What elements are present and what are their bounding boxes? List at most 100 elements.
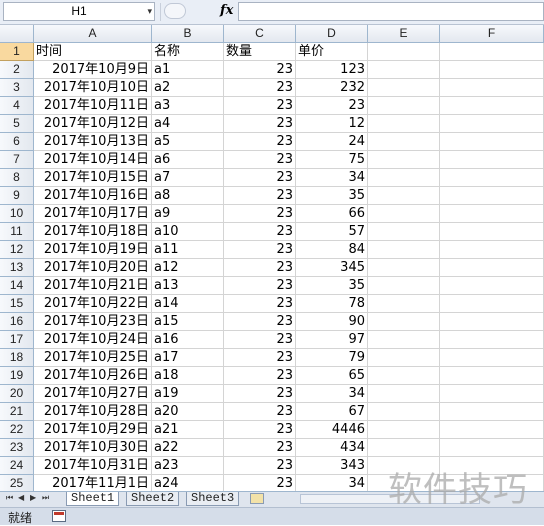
cell-c4[interactable]: 23 [224, 97, 296, 115]
cell-f18[interactable] [440, 349, 544, 367]
cell-d11[interactable]: 57 [296, 223, 368, 241]
cell-c10[interactable]: 23 [224, 205, 296, 223]
row-header[interactable]: 1 [0, 43, 34, 61]
cell-d3[interactable]: 232 [296, 79, 368, 97]
cell-a2[interactable]: 2017年10月9日 [34, 61, 152, 79]
cell-f5[interactable] [440, 115, 544, 133]
cell-a23[interactable]: 2017年10月30日 [34, 439, 152, 457]
insert-sheet-icon[interactable] [250, 493, 264, 504]
cell-a15[interactable]: 2017年10月22日 [34, 295, 152, 313]
cell-a1[interactable]: 时间 [34, 43, 152, 61]
cell-e4[interactable] [368, 97, 440, 115]
row-header[interactable]: 3 [0, 79, 34, 97]
cell-a7[interactable]: 2017年10月14日 [34, 151, 152, 169]
row-header[interactable]: 20 [0, 385, 34, 403]
row-header[interactable]: 5 [0, 115, 34, 133]
cell-e11[interactable] [368, 223, 440, 241]
cell-b25[interactable]: a24 [152, 475, 224, 491]
cell-c21[interactable]: 23 [224, 403, 296, 421]
cell-a11[interactable]: 2017年10月18日 [34, 223, 152, 241]
first-sheet-icon[interactable]: ⏮ [6, 493, 13, 503]
row-header[interactable]: 2 [0, 61, 34, 79]
cell-d8[interactable]: 34 [296, 169, 368, 187]
cell-c5[interactable]: 23 [224, 115, 296, 133]
cell-b6[interactable]: a5 [152, 133, 224, 151]
row-header[interactable]: 21 [0, 403, 34, 421]
chevron-down-icon[interactable]: ▾ [147, 3, 152, 20]
cell-a13[interactable]: 2017年10月20日 [34, 259, 152, 277]
cell-b20[interactable]: a19 [152, 385, 224, 403]
cell-a12[interactable]: 2017年10月19日 [34, 241, 152, 259]
cell-f6[interactable] [440, 133, 544, 151]
cell-d16[interactable]: 90 [296, 313, 368, 331]
row-header[interactable]: 11 [0, 223, 34, 241]
column-header-c[interactable]: C [224, 25, 296, 43]
cell-c13[interactable]: 23 [224, 259, 296, 277]
cell-b5[interactable]: a4 [152, 115, 224, 133]
row-header[interactable]: 13 [0, 259, 34, 277]
cell-b12[interactable]: a11 [152, 241, 224, 259]
cell-b19[interactable]: a18 [152, 367, 224, 385]
cell-b16[interactable]: a15 [152, 313, 224, 331]
cell-e20[interactable] [368, 385, 440, 403]
cell-b22[interactable]: a21 [152, 421, 224, 439]
cell-a22[interactable]: 2017年10月29日 [34, 421, 152, 439]
cell-f16[interactable] [440, 313, 544, 331]
row-header[interactable]: 12 [0, 241, 34, 259]
cell-e8[interactable] [368, 169, 440, 187]
cell-a25[interactable]: 2017年11月1日 [34, 475, 152, 491]
cell-f1[interactable] [440, 43, 544, 61]
cell-e3[interactable] [368, 79, 440, 97]
cell-e16[interactable] [368, 313, 440, 331]
cell-d14[interactable]: 35 [296, 277, 368, 295]
cell-e13[interactable] [368, 259, 440, 277]
cell-d7[interactable]: 75 [296, 151, 368, 169]
sheet-tab-sheet3[interactable]: Sheet3 [186, 492, 240, 506]
cell-c6[interactable]: 23 [224, 133, 296, 151]
cell-d9[interactable]: 35 [296, 187, 368, 205]
cell-b23[interactable]: a22 [152, 439, 224, 457]
row-header[interactable]: 14 [0, 277, 34, 295]
cell-d2[interactable]: 123 [296, 61, 368, 79]
cell-d5[interactable]: 12 [296, 115, 368, 133]
cell-c2[interactable]: 23 [224, 61, 296, 79]
cell-e23[interactable] [368, 439, 440, 457]
row-header[interactable]: 7 [0, 151, 34, 169]
cell-f22[interactable] [440, 421, 544, 439]
cell-a17[interactable]: 2017年10月24日 [34, 331, 152, 349]
cell-c8[interactable]: 23 [224, 169, 296, 187]
cell-c3[interactable]: 23 [224, 79, 296, 97]
column-header-b[interactable]: B [152, 25, 224, 43]
cell-f19[interactable] [440, 367, 544, 385]
cell-d15[interactable]: 78 [296, 295, 368, 313]
row-header[interactable]: 18 [0, 349, 34, 367]
row-header[interactable]: 6 [0, 133, 34, 151]
cell-e14[interactable] [368, 277, 440, 295]
cell-b11[interactable]: a10 [152, 223, 224, 241]
cell-f12[interactable] [440, 241, 544, 259]
cell-b14[interactable]: a13 [152, 277, 224, 295]
cell-d21[interactable]: 67 [296, 403, 368, 421]
macro-record-icon[interactable] [52, 510, 66, 522]
row-header[interactable]: 23 [0, 439, 34, 457]
cell-d25[interactable]: 34 [296, 475, 368, 491]
cell-b18[interactable]: a17 [152, 349, 224, 367]
cell-b7[interactable]: a6 [152, 151, 224, 169]
cell-b24[interactable]: a23 [152, 457, 224, 475]
cell-c15[interactable]: 23 [224, 295, 296, 313]
cell-b17[interactable]: a16 [152, 331, 224, 349]
formula-grip-icon[interactable] [164, 3, 186, 19]
cell-a24[interactable]: 2017年10月31日 [34, 457, 152, 475]
cell-e6[interactable] [368, 133, 440, 151]
cell-c11[interactable]: 23 [224, 223, 296, 241]
cell-f8[interactable] [440, 169, 544, 187]
row-header[interactable]: 25 [0, 475, 34, 491]
next-sheet-icon[interactable]: ▶ [30, 493, 36, 502]
sheet-tab-sheet1[interactable]: Sheet1 [66, 492, 120, 506]
cell-d6[interactable]: 24 [296, 133, 368, 151]
cell-e2[interactable] [368, 61, 440, 79]
cell-c18[interactable]: 23 [224, 349, 296, 367]
cell-a8[interactable]: 2017年10月15日 [34, 169, 152, 187]
cell-f9[interactable] [440, 187, 544, 205]
cell-f10[interactable] [440, 205, 544, 223]
